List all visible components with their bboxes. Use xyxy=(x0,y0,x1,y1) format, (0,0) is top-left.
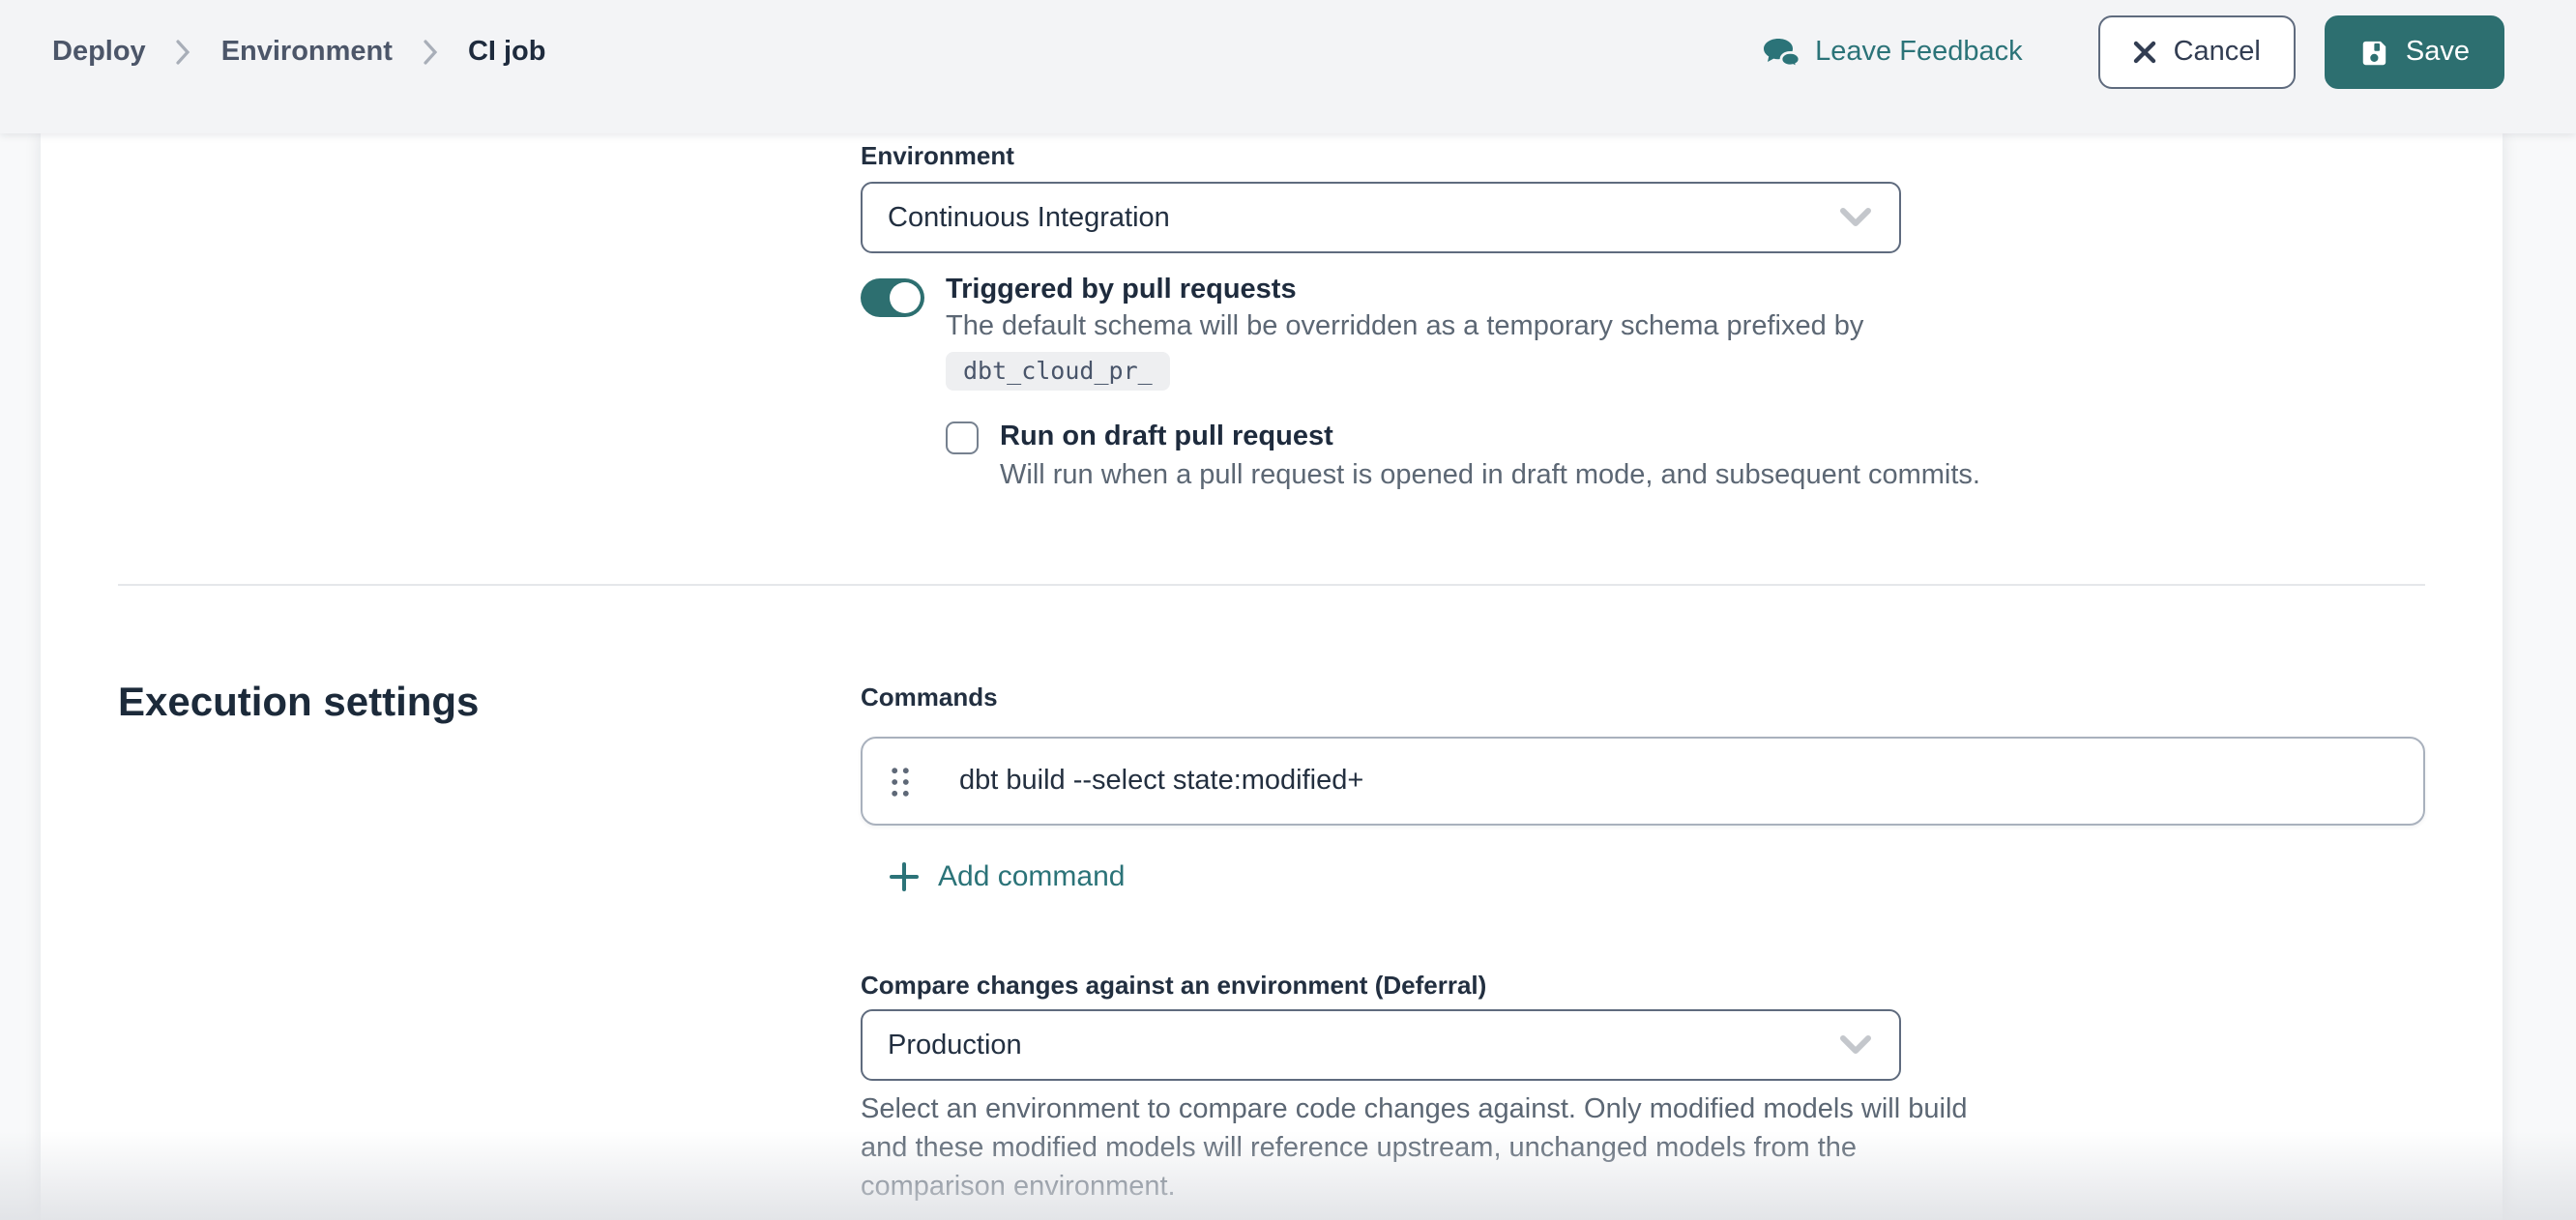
leave-feedback-label: Leave Feedback xyxy=(1815,37,2022,68)
ci-job-settings-page: Deploy Environment CI job xyxy=(0,0,2576,1220)
breadcrumb-environment[interactable]: Environment xyxy=(221,37,393,68)
breadcrumb-deploy[interactable]: Deploy xyxy=(52,37,146,68)
drag-handle-icon[interactable] xyxy=(890,765,911,798)
leave-feedback-link[interactable]: Leave Feedback xyxy=(1761,36,2022,69)
command-input-row[interactable]: dbt build --select state:modified+ xyxy=(861,737,2425,826)
chevron-right-icon xyxy=(175,39,192,66)
add-command-label: Add command xyxy=(938,860,1125,893)
chevron-down-icon xyxy=(1839,1034,1872,1056)
cancel-label: Cancel xyxy=(2174,37,2261,68)
toggle-knob xyxy=(890,282,921,313)
header: Deploy Environment CI job xyxy=(0,0,2576,133)
chat-bubbles-icon xyxy=(1761,36,1800,69)
environment-select-value: Continuous Integration xyxy=(888,202,1170,233)
environment-select[interactable]: Continuous Integration xyxy=(861,182,1901,253)
command-value[interactable]: dbt build --select state:modified+ xyxy=(959,766,1363,797)
breadcrumb: Deploy Environment CI job xyxy=(52,37,546,68)
chevron-right-icon xyxy=(422,39,439,66)
section-divider xyxy=(118,584,2425,586)
deferral-select[interactable]: Production xyxy=(861,1009,1901,1081)
header-actions: Leave Feedback Cancel xyxy=(1761,15,2504,89)
save-disk-icon xyxy=(2359,38,2388,67)
save-label: Save xyxy=(2406,37,2470,68)
deferral-field-label: Compare changes against an environment (… xyxy=(861,971,1486,1000)
plus-icon xyxy=(890,862,919,891)
save-button[interactable]: Save xyxy=(2325,15,2504,89)
pr-trigger-row: Triggered by pull requests The default s… xyxy=(861,275,1863,342)
cancel-button[interactable]: Cancel xyxy=(2098,15,2296,89)
pr-trigger-label: Triggered by pull requests xyxy=(946,275,1863,305)
pr-trigger-toggle[interactable] xyxy=(861,278,924,317)
breadcrumb-ci-job: CI job xyxy=(468,37,546,68)
environment-field-label: Environment xyxy=(861,141,1014,170)
deferral-select-value: Production xyxy=(888,1030,1022,1060)
draft-pr-description: Will run when a pull request is opened i… xyxy=(1000,460,1980,491)
deferral-help-text: Select an environment to compare code ch… xyxy=(861,1090,1968,1206)
draft-pr-checkbox[interactable] xyxy=(946,421,979,454)
execution-settings-heading: Execution settings xyxy=(118,681,479,727)
close-icon xyxy=(2133,41,2156,64)
pr-trigger-description: The default schema will be overridden as… xyxy=(946,311,1863,342)
schema-prefix-code: dbt_cloud_pr_ xyxy=(946,352,1170,391)
draft-pr-label: Run on draft pull request xyxy=(1000,421,1980,452)
add-command-button[interactable]: Add command xyxy=(890,860,1125,893)
draft-pr-row: Run on draft pull request Will run when … xyxy=(946,421,1980,491)
chevron-down-icon xyxy=(1839,207,1872,228)
commands-label: Commands xyxy=(861,683,998,712)
